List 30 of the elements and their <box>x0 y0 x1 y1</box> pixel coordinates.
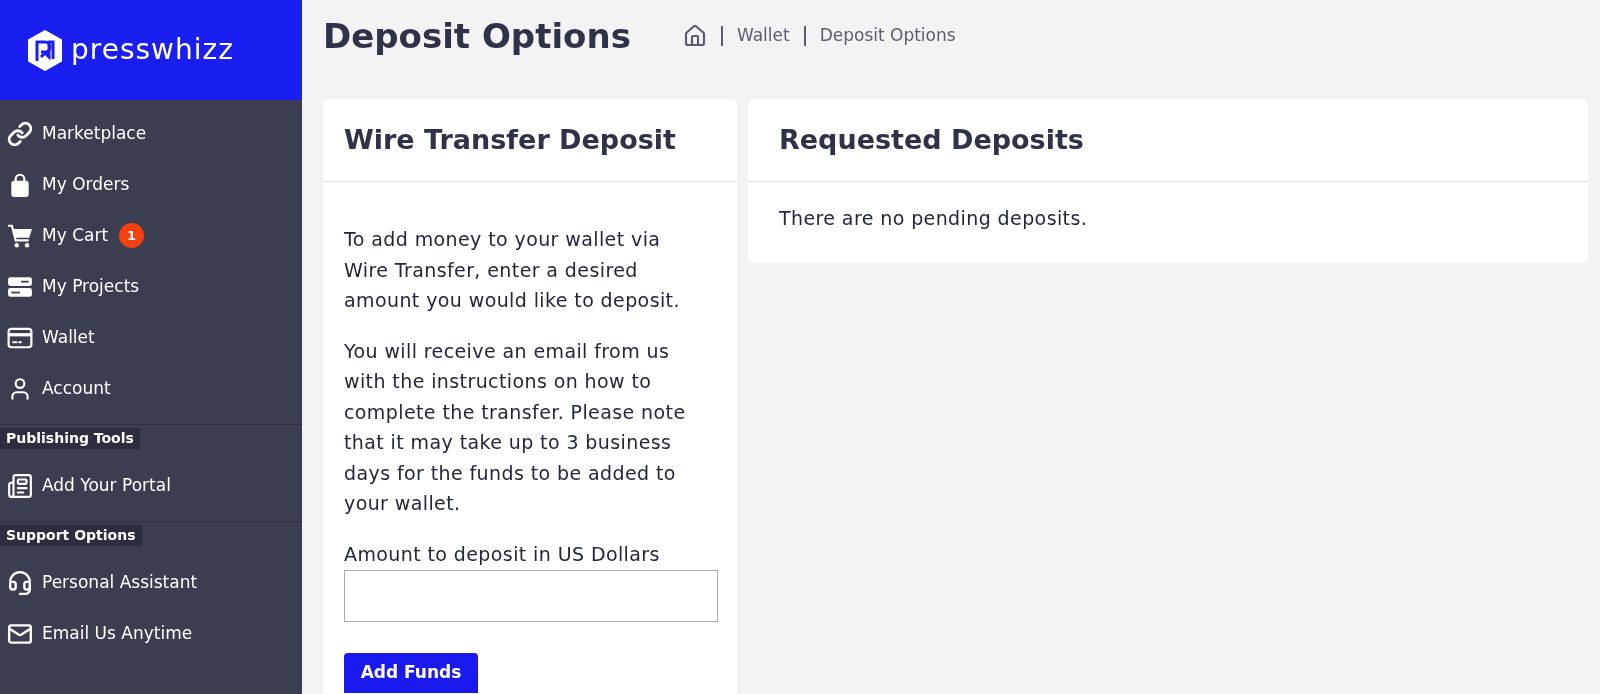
cart-icon <box>7 222 33 249</box>
instructions-text: To add money to your wallet via Wire Transfer, enter a desired amount you would like to deposit. <box>344 227 681 313</box>
breadcrumb-current: Deposit Options <box>819 24 956 48</box>
card-title: Wire Transfer Deposit <box>344 122 676 157</box>
link-icon <box>7 120 33 147</box>
section-label: Support Options <box>0 525 142 546</box>
nav-item[interactable]: Wallet <box>0 312 302 363</box>
nav-item[interactable]: Account <box>0 363 302 414</box>
home-icon[interactable] <box>682 24 707 48</box>
nav-item[interactable]: Marketplace <box>0 108 302 159</box>
nav-item[interactable]: Personal Assistant <box>0 557 302 608</box>
logo-icon <box>27 29 63 71</box>
page-title: Deposit Options <box>323 14 631 58</box>
empty-message: There are no pending deposits. <box>779 206 1088 231</box>
nav-item[interactable]: My Cart 1 <box>0 210 302 261</box>
card-title: Requested Deposits <box>779 122 1084 157</box>
section-label: Publishing Tools <box>0 428 140 449</box>
nav-item[interactable]: Email Us Anytime <box>0 608 302 659</box>
count-badge: 1 <box>119 223 145 248</box>
breadcrumb-link[interactable]: Wallet <box>736 23 790 49</box>
logo-text: presswhizz <box>71 32 234 68</box>
add-funds-button[interactable]: Add Funds <box>344 652 478 693</box>
field-label: Amount to deposit in US Dollars <box>344 541 660 567</box>
amount-input[interactable] <box>344 569 718 622</box>
newspaper-icon <box>7 472 33 499</box>
instructions-text: You will receive an email from us with the instructions on how to complete the transfer. Please note that it may take up to 3 business days for the funds to be added to your wallet. <box>344 338 687 516</box>
nav-item[interactable]: Add Your Portal <box>0 460 302 511</box>
nav-item[interactable]: My Orders <box>0 159 302 210</box>
nav-item[interactable]: My Projects <box>0 261 302 312</box>
headset-icon <box>7 569 33 596</box>
